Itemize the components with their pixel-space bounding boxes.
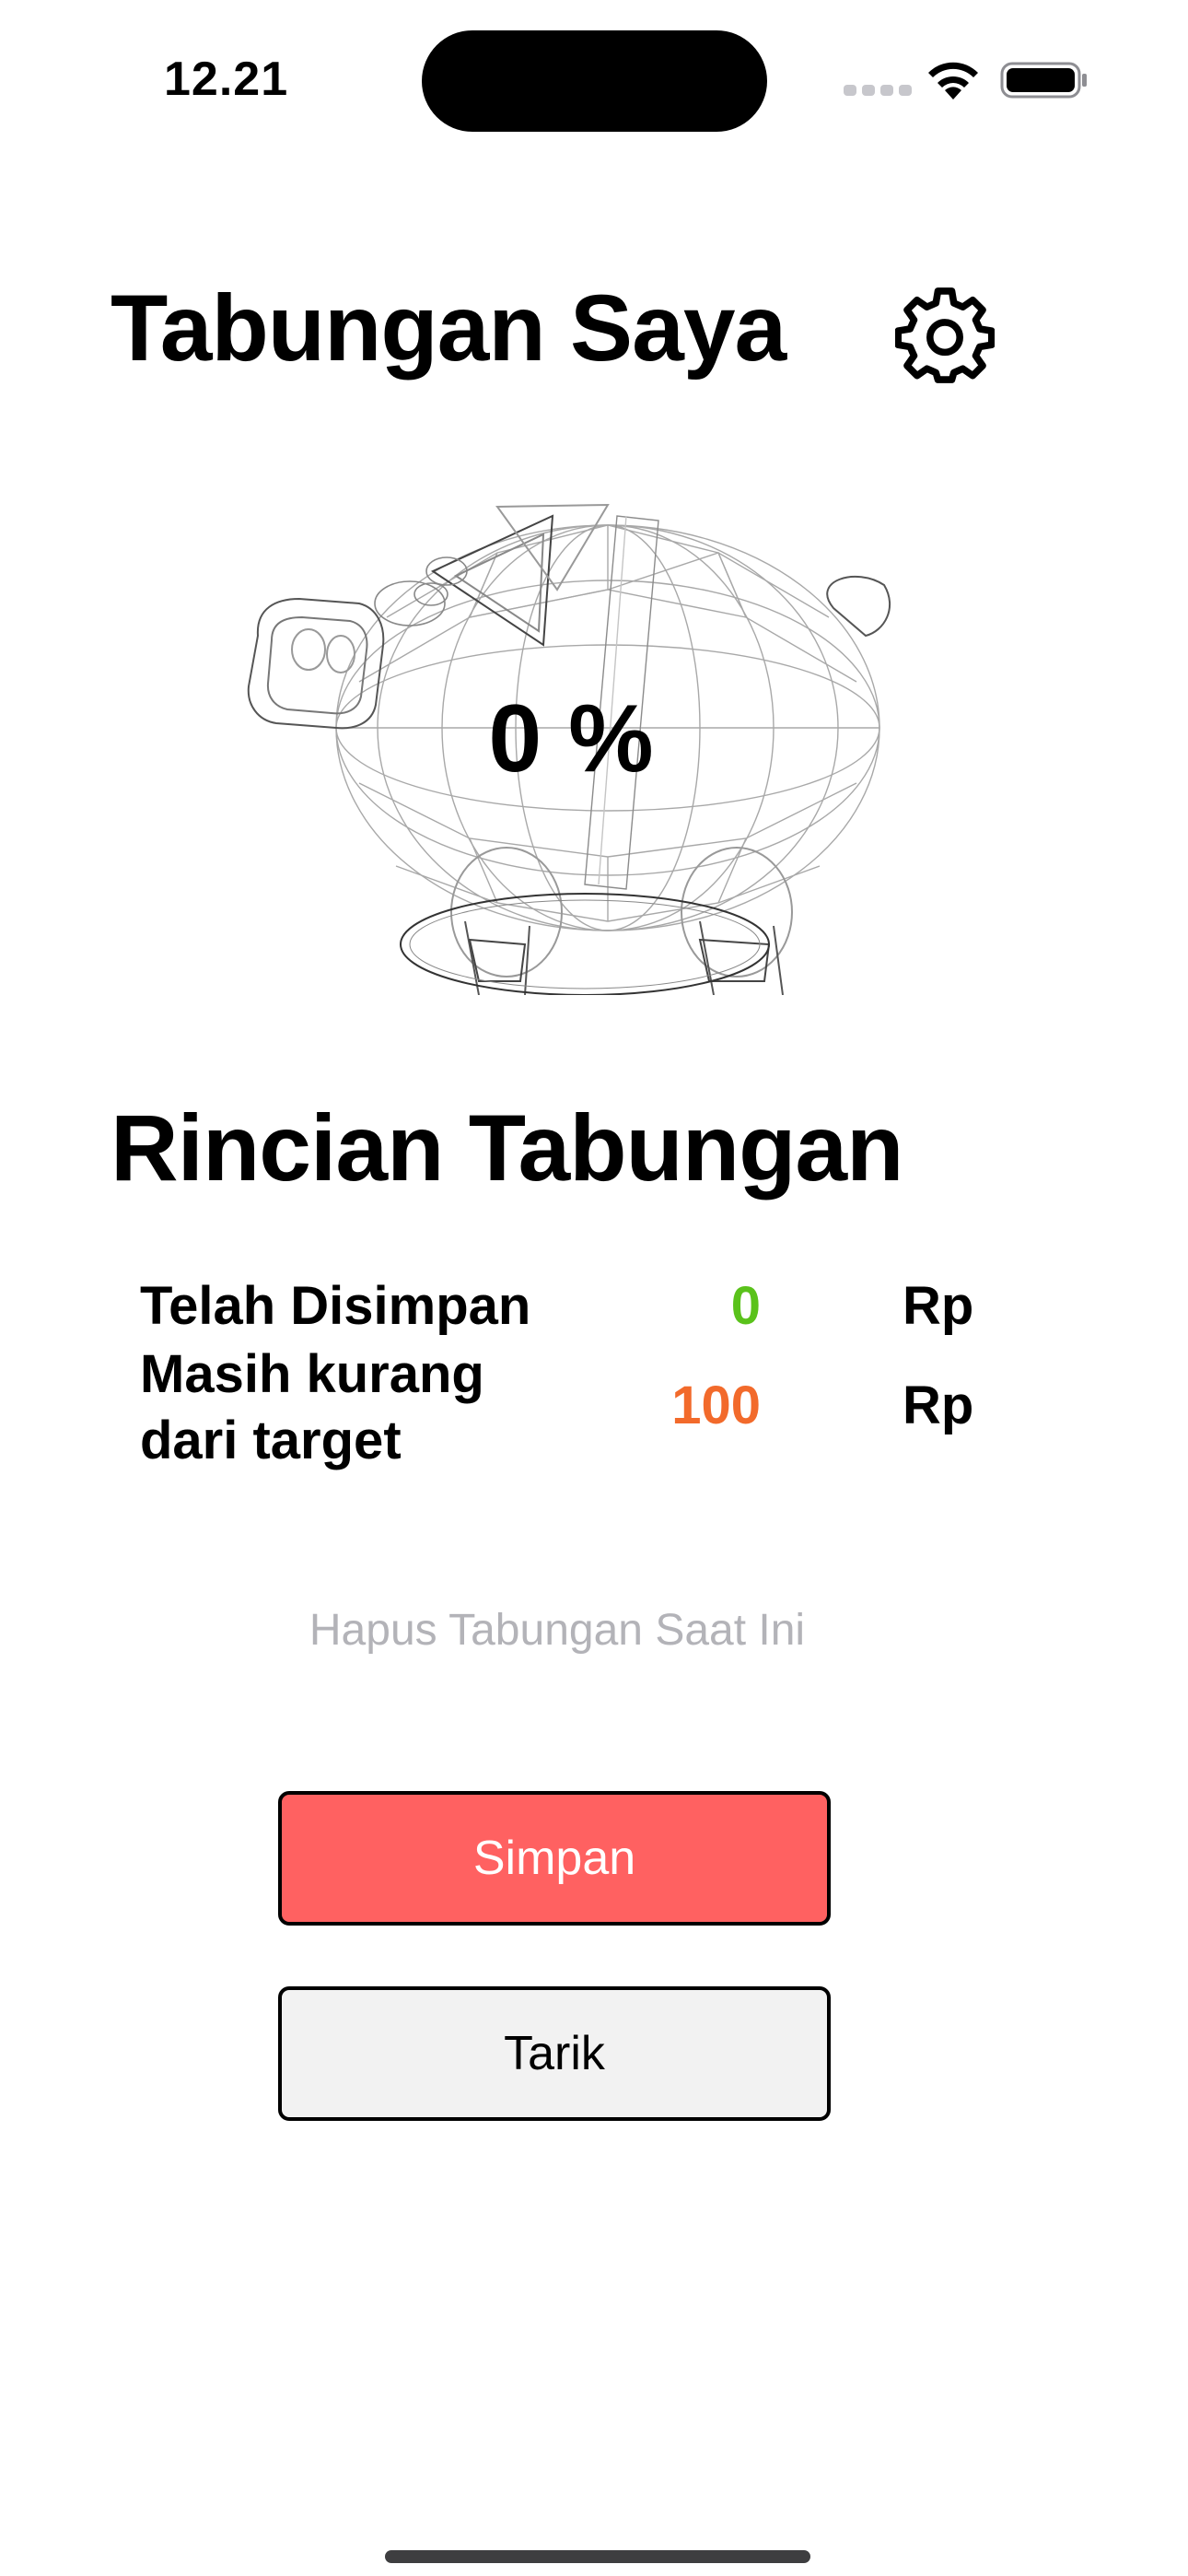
- status-icons: [844, 57, 1092, 103]
- remaining-amount-value: 100: [671, 1376, 761, 1435]
- saved-amount-currency: Rp: [903, 1276, 974, 1336]
- piggy-bank-illustration: 0 %: [221, 479, 921, 995]
- saved-amount-label: Telah Disimpan: [140, 1276, 531, 1336]
- progress-percent: 0 %: [488, 685, 654, 792]
- save-button[interactable]: Simpan: [278, 1791, 831, 1926]
- battery-icon: [1000, 62, 1087, 99]
- reset-savings-button[interactable]: Hapus Tabungan Saat Ini: [0, 1605, 1114, 1656]
- saved-amount-value: 0: [730, 1276, 761, 1336]
- home-indicator[interactable]: [385, 2550, 810, 2563]
- wifi-icon: [928, 62, 978, 100]
- withdraw-button[interactable]: Tarik: [278, 1986, 831, 2121]
- section-title: Rincian Tabungan: [111, 1095, 903, 1200]
- cellular-signal-icon: [844, 85, 912, 96]
- remaining-amount-currency: Rp: [903, 1376, 974, 1435]
- settings-button[interactable]: [894, 286, 996, 385]
- remaining-amount-label: Masih kurang dari target: [140, 1344, 484, 1470]
- dynamic-island: [422, 30, 767, 132]
- status-time: 12.21: [164, 53, 289, 106]
- status-bar: 12.21: [0, 0, 1188, 157]
- gear-icon: [894, 287, 996, 383]
- page-title: Tabungan Saya: [111, 275, 786, 381]
